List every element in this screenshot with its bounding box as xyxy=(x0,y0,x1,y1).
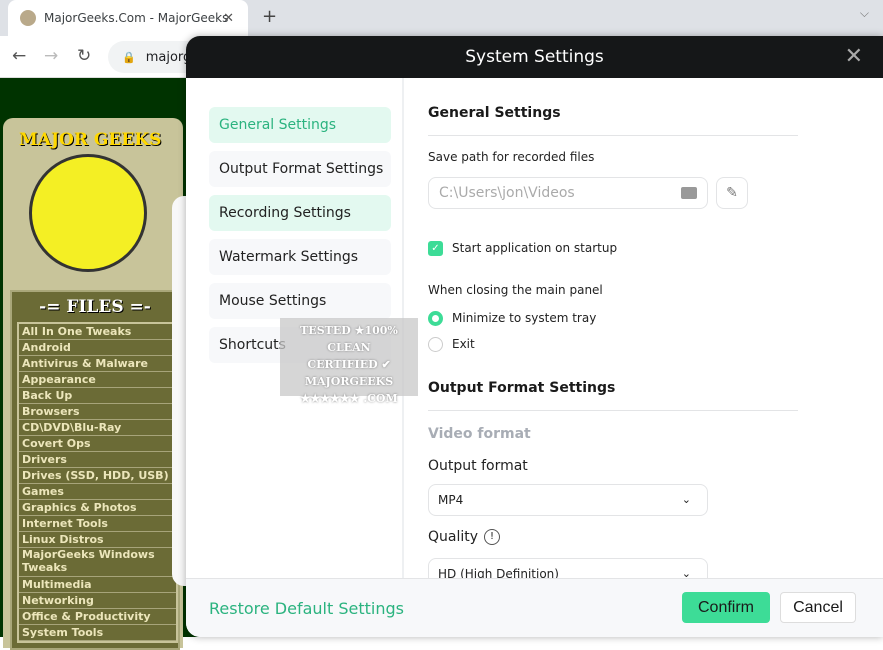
closing-label: When closing the main panel xyxy=(428,283,603,297)
category-link[interactable]: Appearance xyxy=(19,372,176,388)
category-link[interactable]: Back Up xyxy=(19,388,176,404)
category-link[interactable]: Linux Distros xyxy=(19,532,176,548)
site-logo[interactable]: MAJOR GEEKS xyxy=(13,126,168,286)
category-link[interactable]: Covert Ops xyxy=(19,436,176,452)
tab-search-icon[interactable]: ⌵ xyxy=(860,6,869,21)
logo-mascot xyxy=(29,154,147,272)
output-format-select[interactable]: MP4 ⌄ xyxy=(428,484,708,516)
save-path-label: Save path for recorded files xyxy=(428,150,595,164)
general-settings-heading: General Settings xyxy=(428,105,798,136)
category-link[interactable]: Browsers xyxy=(19,404,176,420)
category-link[interactable]: Antivirus & Malware xyxy=(19,356,176,372)
category-link[interactable]: MajorGeeks Windows Tweaks xyxy=(19,548,176,577)
video-format-label: Video format xyxy=(428,426,531,442)
edit-path-button[interactable]: ✎ xyxy=(716,177,748,209)
category-link[interactable]: Games xyxy=(19,484,176,500)
category-link[interactable]: Drivers xyxy=(19,452,176,468)
back-icon[interactable]: ← xyxy=(12,46,26,66)
nav-general-settings[interactable]: General Settings xyxy=(209,107,391,143)
category-link[interactable]: Drives (SSD, HDD, USB) xyxy=(19,468,176,484)
category-link[interactable]: System Tools xyxy=(19,625,176,641)
url-text: majorg xyxy=(145,49,192,65)
folder-icon[interactable] xyxy=(681,187,697,199)
quality-label: Quality! xyxy=(428,529,501,545)
exit-radio[interactable] xyxy=(428,337,443,352)
reload-icon[interactable]: ↻ xyxy=(77,46,91,66)
settings-content: General Settings Save path for recorded … xyxy=(428,78,883,590)
browser-tab[interactable]: MajorGeeks.Com - MajorGeeks ✕ xyxy=(8,0,248,36)
files-header: -= FILES =- xyxy=(39,297,151,317)
output-format-value: MP4 xyxy=(438,493,464,507)
nav-watermark-settings[interactable]: Watermark Settings xyxy=(209,239,391,275)
info-icon[interactable]: ! xyxy=(484,529,501,545)
nav-recording-settings[interactable]: Recording Settings xyxy=(209,195,391,231)
pencil-icon: ✎ xyxy=(726,185,738,201)
files-menu: -= FILES =- All In One Tweaks Android Anti… xyxy=(10,290,180,650)
save-path-value: C:\Users\jon\Videos xyxy=(439,185,575,201)
restore-defaults-link[interactable]: Restore Default Settings xyxy=(209,599,404,618)
category-link[interactable]: CD\DVD\Blu-Ray xyxy=(19,420,176,436)
minimize-label: Minimize to system tray xyxy=(452,311,597,325)
site-sidebar: MAJOR GEEKS -= FILES =- All In One Tweak… xyxy=(3,118,183,650)
category-link[interactable]: Networking xyxy=(19,593,176,609)
startup-label: Start application on startup xyxy=(452,241,618,255)
favicon-icon xyxy=(20,10,36,26)
output-format-heading: Output Format Settings xyxy=(428,380,798,411)
minimize-radio[interactable] xyxy=(428,311,443,326)
save-path-input[interactable]: C:\Users\jon\Videos xyxy=(428,177,708,209)
quality-label-text: Quality xyxy=(428,529,479,545)
forward-icon[interactable]: → xyxy=(44,46,58,66)
output-format-label: Output format xyxy=(428,458,528,474)
confirm-button[interactable]: Confirm xyxy=(682,592,770,623)
category-link[interactable]: Graphics & Photos xyxy=(19,500,176,516)
nav-output-format-settings[interactable]: Output Format Settings xyxy=(209,151,391,187)
exit-label: Exit xyxy=(452,337,475,351)
category-link[interactable]: Multimedia xyxy=(19,577,176,593)
category-link[interactable]: Android xyxy=(19,340,176,356)
category-link[interactable]: All In One Tweaks xyxy=(19,324,176,340)
close-icon[interactable]: ✕ xyxy=(845,44,863,69)
dialog-footer: Restore Default Settings Confirm Cancel xyxy=(186,578,883,637)
cancel-button[interactable]: Cancel xyxy=(780,592,856,623)
dialog-title: System Settings xyxy=(186,36,883,78)
category-link[interactable]: Office & Productivity xyxy=(19,609,176,625)
tab-title: MajorGeeks.Com - MajorGeeks xyxy=(44,11,229,25)
category-link[interactable]: Internet Tools xyxy=(19,516,176,532)
browser-tab-bar: MajorGeeks.Com - MajorGeeks ✕ + ⌵ xyxy=(0,0,883,36)
nav-mouse-settings[interactable]: Mouse Settings xyxy=(209,283,391,319)
chevron-down-icon: ⌄ xyxy=(681,493,691,506)
close-tab-icon[interactable]: ✕ xyxy=(223,11,234,26)
majorgeeks-certified-watermark: TESTED ★100% CLEAN CERTIFIED ✔ MAJORGEEKS ★… xyxy=(280,318,418,405)
logo-text: MAJOR GEEKS xyxy=(19,130,162,150)
lock-icon: 🔒 xyxy=(122,50,136,64)
new-tab-icon[interactable]: + xyxy=(262,6,277,27)
startup-checkbox[interactable]: ✓ xyxy=(428,241,443,256)
